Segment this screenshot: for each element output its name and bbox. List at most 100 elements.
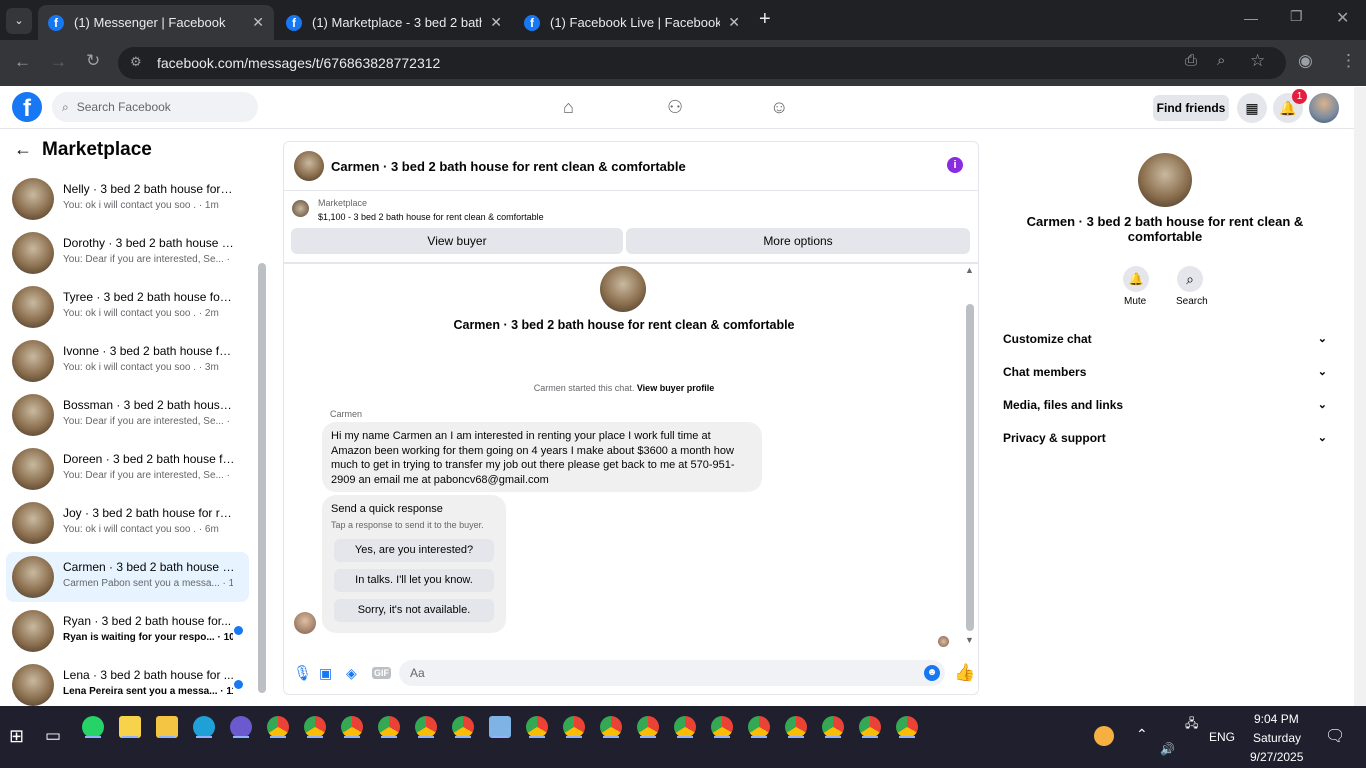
forward-arrow-icon[interactable]: → bbox=[50, 52, 67, 72]
quick-response-not-available[interactable]: Sorry, it's not available. bbox=[334, 599, 494, 622]
chrome-icon[interactable] bbox=[341, 716, 363, 738]
app-icon[interactable] bbox=[230, 716, 252, 738]
quick-response-in-talks[interactable]: In talks. I'll let you know. bbox=[334, 569, 494, 592]
chrome-icon[interactable] bbox=[267, 716, 289, 738]
close-icon[interactable]: ✕ bbox=[728, 14, 740, 31]
back-arrow-icon[interactable]: ← bbox=[14, 139, 32, 160]
conversation-item[interactable]: Dorothy · 3 bed 2 bath house f... You: De… bbox=[6, 228, 249, 278]
quick-response-yes[interactable]: Yes, are you interested? bbox=[334, 539, 494, 562]
chrome-icon[interactable] bbox=[526, 716, 548, 738]
chrome-icon[interactable] bbox=[711, 716, 733, 738]
chat-title[interactable]: Carmen · 3 bed 2 bath house for rent cle… bbox=[331, 159, 686, 174]
task-view-icon[interactable]: ▭ bbox=[45, 726, 61, 746]
like-thumb-icon[interactable]: 👍 bbox=[954, 663, 975, 683]
conversation-item[interactable]: Bossman · 3 bed 2 bath house f... You: De… bbox=[6, 390, 249, 440]
file-explorer-icon[interactable] bbox=[156, 716, 178, 738]
info-icon[interactable]: i bbox=[947, 157, 963, 173]
chrome-icon[interactable] bbox=[378, 716, 400, 738]
volume-icon[interactable]: 🔊 bbox=[1160, 742, 1175, 756]
avatar[interactable] bbox=[1309, 93, 1339, 123]
chat-header-avatar[interactable] bbox=[294, 151, 324, 181]
weather-icon[interactable] bbox=[1094, 726, 1114, 746]
page-scrollbar[interactable] bbox=[1354, 87, 1366, 706]
conversation-item[interactable]: Carmen · 3 bed 2 bath house fo... Carmen … bbox=[6, 552, 249, 602]
clock-day[interactable]: Saturday bbox=[1253, 731, 1301, 745]
scroll-down-icon[interactable]: ▼ bbox=[965, 635, 974, 645]
chrome-icon[interactable] bbox=[452, 716, 474, 738]
find-friends-button[interactable]: Find friends bbox=[1153, 95, 1229, 121]
chrome-icon[interactable] bbox=[637, 716, 659, 738]
emoji-icon[interactable]: ☻ bbox=[924, 665, 940, 681]
privacy-support-section[interactable]: Privacy & support ⌄ bbox=[1003, 431, 1327, 445]
chrome-icon[interactable] bbox=[304, 716, 326, 738]
conversation-item[interactable]: Nelly · 3 bed 2 bath house for r... You: … bbox=[6, 174, 249, 224]
show-hidden-icons[interactable]: ⌃ bbox=[1136, 726, 1148, 743]
listing-thumbnail[interactable] bbox=[292, 200, 309, 217]
details-avatar[interactable] bbox=[1138, 153, 1192, 207]
network-icon[interactable]: 🖧 bbox=[1185, 714, 1198, 735]
restore-icon[interactable]: ❐ bbox=[1290, 8, 1303, 25]
site-settings-icon[interactable]: ⚙ bbox=[130, 54, 142, 70]
message-input[interactable]: Aa bbox=[399, 660, 945, 686]
profile-icon[interactable]: ◉ bbox=[1298, 51, 1313, 71]
zoom-icon[interactable]: ⌕ bbox=[1217, 52, 1225, 69]
conversation-item[interactable]: Tyree · 3 bed 2 bath house for r... You: … bbox=[6, 282, 249, 332]
tab-facebook-live[interactable]: f (1) Facebook Live | Facebook ✕ bbox=[514, 5, 750, 40]
search-in-chat-button[interactable]: ⌕ bbox=[1177, 266, 1203, 292]
view-buyer-profile-link[interactable]: View buyer profile bbox=[637, 383, 714, 393]
chrome-icon[interactable] bbox=[785, 716, 807, 738]
chrome-icon[interactable] bbox=[600, 716, 622, 738]
sticky-notes-icon[interactable] bbox=[119, 716, 141, 738]
gif-icon[interactable]: GIF bbox=[372, 667, 391, 679]
conversation-item[interactable]: Lena · 3 bed 2 bath house for ... Lena Pe… bbox=[6, 660, 249, 710]
scroll-up-icon[interactable]: ▲ bbox=[965, 265, 974, 275]
close-icon[interactable]: ✕ bbox=[252, 14, 264, 31]
minimize-icon[interactable]: — bbox=[1244, 10, 1258, 26]
tab-messenger[interactable]: f (1) Messenger | Facebook ✕ bbox=[38, 5, 274, 40]
listing-text[interactable]: $1,100 - 3 bed 2 bath house for rent cle… bbox=[318, 212, 544, 222]
friends-icon[interactable]: ⚇ bbox=[667, 97, 683, 118]
microphone-icon[interactable]: 🎙 bbox=[293, 664, 312, 682]
tab-search-button[interactable]: ⌄ bbox=[6, 8, 32, 34]
window-close-icon[interactable]: ✕ bbox=[1336, 8, 1349, 28]
home-icon[interactable]: ⌂ bbox=[563, 97, 574, 118]
new-tab-icon[interactable]: + bbox=[759, 8, 771, 31]
menu-grid-icon[interactable]: ▦ bbox=[1237, 93, 1267, 123]
sticker-icon[interactable]: ◈ bbox=[346, 665, 357, 682]
language-indicator[interactable]: ENG bbox=[1209, 730, 1235, 744]
conversation-item[interactable]: Joy · 3 bed 2 bath house for ren... You: … bbox=[6, 498, 249, 548]
chrome-icon[interactable] bbox=[748, 716, 770, 738]
back-arrow-icon[interactable]: ← bbox=[14, 52, 31, 72]
whatsapp-icon[interactable] bbox=[82, 716, 104, 738]
photo-icon[interactable]: ▣ bbox=[319, 665, 332, 682]
media-files-links-section[interactable]: Media, files and links ⌄ bbox=[1003, 398, 1327, 412]
message-bubble[interactable]: Hi my name Carmen an I am interested in … bbox=[322, 422, 762, 492]
notification-center-icon[interactable]: 🗨 bbox=[1325, 726, 1345, 746]
clock-date[interactable]: 9/27/2025 bbox=[1250, 750, 1303, 764]
chrome-icon[interactable] bbox=[896, 716, 918, 738]
customize-chat-section[interactable]: Customize chat ⌄ bbox=[1003, 332, 1327, 346]
clock-time[interactable]: 9:04 PM bbox=[1254, 712, 1299, 726]
more-options-button[interactable]: More options bbox=[626, 228, 970, 254]
address-bar[interactable]: ⚙ facebook.com/messages/t/67686382877231… bbox=[118, 47, 1286, 79]
notepad-icon[interactable] bbox=[489, 716, 511, 738]
search-input[interactable]: ⌕ Search Facebook bbox=[52, 92, 258, 122]
chat-scrollbar[interactable] bbox=[966, 304, 974, 631]
conversation-item[interactable]: Doreen · 3 bed 2 bath house fo... You: De… bbox=[6, 444, 249, 494]
close-icon[interactable]: ✕ bbox=[490, 14, 502, 31]
sidebar-scrollbar[interactable] bbox=[258, 263, 266, 693]
chrome-icon[interactable] bbox=[674, 716, 696, 738]
tab-marketplace[interactable]: f (1) Marketplace - 3 bed 2 bath h ✕ bbox=[276, 5, 512, 40]
mute-button[interactable]: 🔔 bbox=[1123, 266, 1149, 292]
chrome-icon[interactable] bbox=[563, 716, 585, 738]
view-buyer-button[interactable]: View buyer bbox=[291, 228, 623, 254]
menu-dots-icon[interactable]: ⋮ bbox=[1340, 51, 1357, 71]
install-app-icon[interactable]: ⎙ bbox=[1185, 52, 1197, 69]
chat-members-section[interactable]: Chat members ⌄ bbox=[1003, 365, 1327, 379]
sender-avatar[interactable] bbox=[294, 612, 316, 634]
chrome-icon[interactable] bbox=[859, 716, 881, 738]
reload-icon[interactable]: ↻ bbox=[86, 51, 100, 71]
facebook-logo-icon[interactable]: f bbox=[12, 92, 42, 122]
groups-icon[interactable]: ☺ bbox=[770, 97, 788, 118]
bookmark-star-icon[interactable]: ☆ bbox=[1250, 51, 1265, 71]
